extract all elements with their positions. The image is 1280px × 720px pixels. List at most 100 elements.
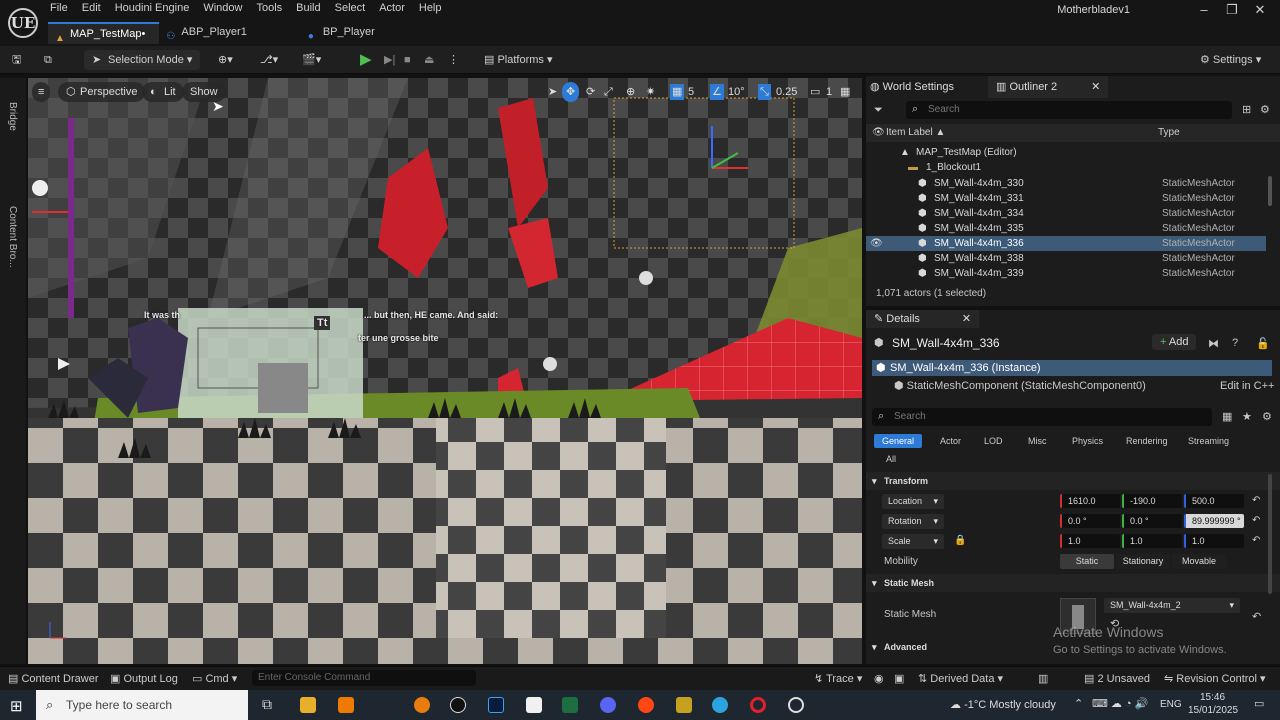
mobility-stationary[interactable]: Stationary <box>1116 554 1170 569</box>
outliner-row[interactable]: ⬢ SM_Wall-4x4m_339 StaticMeshActor <box>866 266 1266 281</box>
actor-name-field[interactable]: SM_Wall-4x4m_336 <box>892 336 1000 350</box>
reset-icon[interactable]: ↶ <box>1252 495 1260 506</box>
file-explorer-icon[interactable] <box>300 697 316 713</box>
clock-time[interactable]: 15:46 <box>1200 692 1225 703</box>
content-icon[interactable]: ⧉ <box>44 50 52 70</box>
location-dropdown[interactable]: Location ▾ <box>882 494 944 509</box>
maximize-viewport-icon[interactable]: ▦ <box>836 82 854 102</box>
settings-dropdown[interactable]: ⚙ Settings ▾ <box>1200 50 1261 70</box>
tree-row-map[interactable]: ▲ MAP_TestMap (Editor) <box>866 145 1266 160</box>
outliner-row[interactable]: ⬢ SM_Wall-4x4m_331 StaticMeshActor <box>866 191 1266 206</box>
tab-bp-player[interactable]: ● BP_Player <box>301 22 389 44</box>
translate-tool-icon[interactable]: ✥ <box>562 82 580 102</box>
static-mesh-section[interactable]: ▾ Static Mesh <box>866 574 1280 592</box>
tab-details[interactable]: ✎ Details ✕ <box>866 310 980 328</box>
filter-rendering[interactable]: Rendering <box>1118 434 1176 448</box>
filter-all[interactable]: All <box>878 452 904 466</box>
menu-edit[interactable]: Edit <box>82 2 101 18</box>
clock-date[interactable]: 15/01/2025 <box>1188 705 1238 716</box>
table-view-icon[interactable]: ▦ <box>1222 410 1232 423</box>
scale-tool-icon[interactable]: ⤢ <box>600 82 617 102</box>
transform-section[interactable]: ▾ Transform <box>866 472 1280 490</box>
eject-icon[interactable]: ⏏ <box>424 50 434 70</box>
maximize-icon[interactable]: ❐ <box>1218 2 1246 18</box>
favorite-star-icon[interactable]: ★ <box>1242 410 1252 423</box>
scale-x-field[interactable]: 1.0 <box>1060 534 1120 548</box>
output-log-button[interactable]: ▣ Output Log <box>110 672 178 685</box>
lit-button[interactable]: ◐ Lit <box>142 82 184 102</box>
github-icon[interactable] <box>788 697 804 713</box>
stats-icon[interactable]: ▥ <box>1038 672 1048 685</box>
rotate-tool-icon[interactable]: ⟳ <box>582 82 599 102</box>
taskbar-search-input[interactable]: Type here to search <box>36 690 248 720</box>
scale-dropdown[interactable]: Scale ▾ <box>882 534 944 549</box>
menu-houdini-engine[interactable]: Houdini Engine <box>115 2 190 18</box>
rotation-y-field[interactable]: 0.0 ° <box>1122 514 1182 528</box>
static-mesh-dropdown[interactable]: SM_Wall-4x4m_2 ▾ <box>1104 598 1240 613</box>
visibility-eye-icon[interactable]: 👁 <box>870 236 883 251</box>
revision-control-dropdown[interactable]: ⇋ Revision Control ▾ <box>1164 672 1266 685</box>
scale-z-field[interactable]: 1.0 <box>1184 534 1244 548</box>
filter-actor[interactable]: Actor <box>932 434 969 448</box>
selection-mode-dropdown[interactable]: ➤ Selection Mode ▾ <box>84 50 201 70</box>
tray-icons[interactable]: ⌨ ☁ ◔ 🔊 <box>1092 697 1148 710</box>
grid-snap-button[interactable]: ▦ 5 <box>668 82 698 102</box>
location-x-field[interactable]: 1610.0 <box>1060 494 1120 508</box>
tab-world-settings[interactable]: ◍ World Settings <box>870 76 954 98</box>
menu-actor[interactable]: Actor <box>379 2 405 18</box>
outliner-row[interactable]: ⬢ SM_Wall-4x4m_334 StaticMeshActor <box>866 206 1266 221</box>
save-icon[interactable]: 🖫 <box>12 50 21 70</box>
filter-general[interactable]: General <box>874 434 923 448</box>
telegram-icon[interactable] <box>712 697 728 713</box>
notification-icon[interactable]: ▭ <box>1254 697 1264 710</box>
close-details-icon[interactable]: ✕ <box>962 313 971 325</box>
add-actor-icon[interactable]: ⊕▾ <box>218 50 233 70</box>
discord-icon[interactable] <box>600 697 616 713</box>
task-view-icon[interactable]: ⧉ <box>262 696 272 713</box>
blueprint-menu-icon[interactable]: ⎇▾ <box>260 50 278 70</box>
excel-icon[interactable] <box>562 697 578 713</box>
outliner-row-selected[interactable]: 👁 ⬢ SM_Wall-4x4m_336 StaticMeshActor <box>866 236 1266 251</box>
filter-icon[interactable]: ⏷ <box>874 104 883 117</box>
rotation-snap-button[interactable]: ∠ 10° <box>708 82 749 102</box>
console-command-input[interactable]: Enter Console Command <box>252 670 476 686</box>
notepad-icon[interactable] <box>526 697 542 713</box>
level-viewport[interactable]: ≡ ⬡ Perspective ◐ Lit Show ➤ ✥ ⟳ ⤢ ⊕ ✷ ▦ 5 … <box>28 78 862 664</box>
app-icon[interactable] <box>676 697 692 713</box>
windows-start-icon[interactable]: ⊞ <box>10 697 23 715</box>
rotation-dropdown[interactable]: Rotation ▾ <box>882 514 944 529</box>
world-local-icon[interactable]: ⊕ <box>622 82 639 102</box>
outliner-row[interactable]: ⬢ SM_Wall-4x4m_330 StaticMeshActor <box>866 176 1266 191</box>
vlc-icon[interactable] <box>338 697 354 713</box>
instance-row[interactable]: ⬢ SM_Wall-4x4m_336 (Instance) <box>872 360 1272 376</box>
filter-misc[interactable]: Misc <box>1020 434 1055 448</box>
derived-data-dropdown[interactable]: ⇅ Derived Data ▾ <box>918 672 1003 685</box>
record-icon[interactable]: ◉ <box>874 672 884 685</box>
column-item-label[interactable]: Item Label ▲ <box>886 124 945 142</box>
location-y-field[interactable]: -190.0 <box>1122 494 1182 508</box>
content-browser-tab[interactable]: Content Bro... <box>7 206 18 268</box>
details-settings-icon[interactable]: ⚙ <box>1262 410 1272 423</box>
cinematics-icon[interactable]: 🎬▾ <box>302 50 321 70</box>
weather-widget[interactable]: ☁ -1°C Mostly cloudy <box>950 698 1056 711</box>
close-icon[interactable]: ✕ <box>1246 2 1274 18</box>
rotation-x-field[interactable]: 0.0 ° <box>1060 514 1120 528</box>
outliner-row[interactable]: ⬢ SM_Wall-4x4m_335 StaticMeshActor <box>866 221 1266 236</box>
help-icon[interactable]: ? <box>1232 337 1238 349</box>
scale-y-field[interactable]: 1.0 <box>1122 534 1182 548</box>
blueprint-convert-icon[interactable]: ⧓ <box>1208 337 1219 350</box>
mobility-movable[interactable]: Movable <box>1172 554 1226 569</box>
camera-speed-button[interactable]: ▭ 1 <box>806 82 836 102</box>
blender-icon[interactable] <box>414 697 430 713</box>
content-drawer-button[interactable]: ▤ Content Drawer <box>8 672 99 685</box>
menu-help[interactable]: Help <box>419 2 442 18</box>
unsaved-button[interactable]: ▤ 2 Unsaved <box>1084 672 1150 685</box>
menu-window[interactable]: Window <box>203 2 242 18</box>
reset-icon[interactable]: ↶ <box>1252 535 1260 546</box>
trace-dropdown[interactable]: ↯ Trace ▾ <box>814 672 862 685</box>
tab-abp-player1[interactable]: ⚇ ABP_Player1 <box>159 22 260 44</box>
camera-capture-icon[interactable]: ▣ <box>894 672 904 685</box>
close-tab-icon[interactable]: ✕ <box>1091 81 1100 93</box>
outliner-row[interactable]: ⬢ SM_Wall-4x4m_338 StaticMeshActor <box>866 251 1266 266</box>
menu-build[interactable]: Build <box>296 2 320 18</box>
